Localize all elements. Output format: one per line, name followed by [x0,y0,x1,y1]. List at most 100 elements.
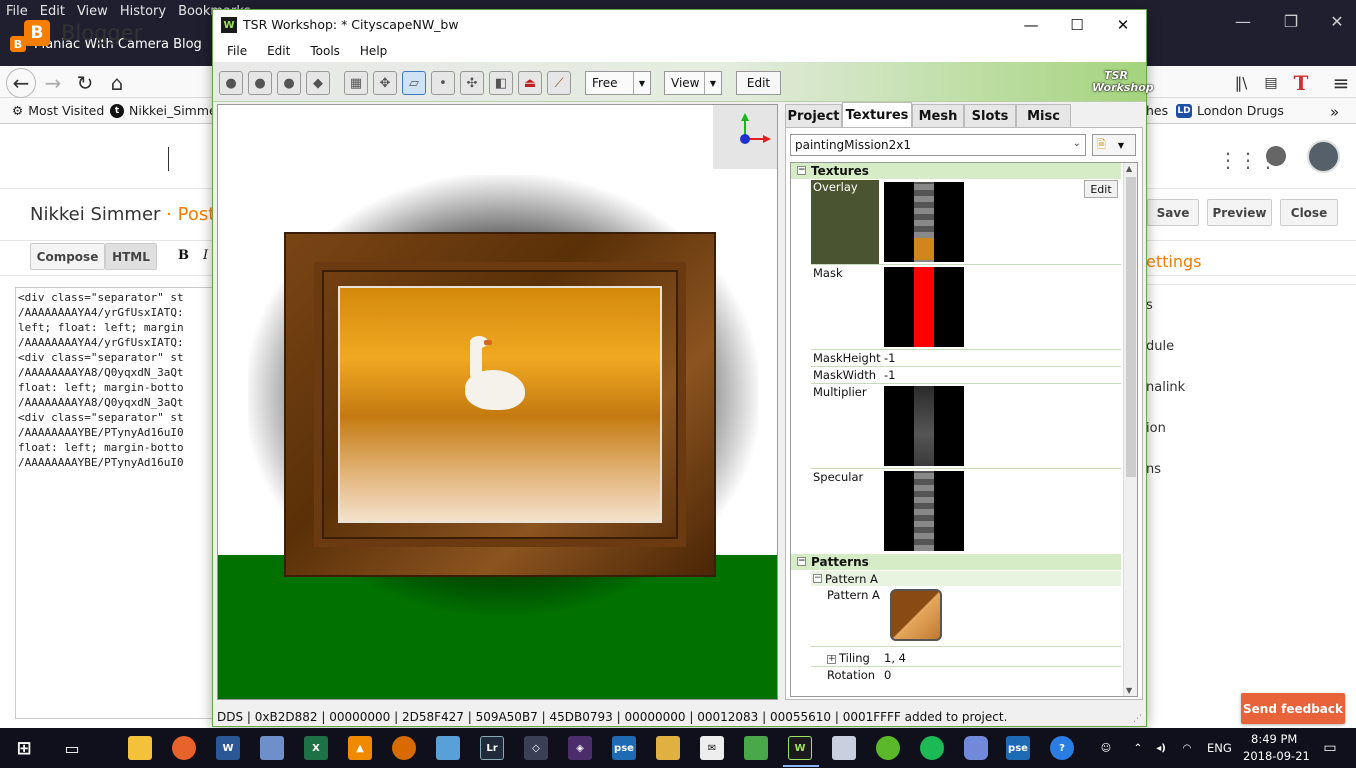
wifi-icon[interactable]: ◠ [1178,736,1196,760]
sims-icon[interactable] [744,736,768,760]
app-icon[interactable] [392,736,416,760]
settings-item-labels[interactable]: s [1146,298,1153,313]
bookmark-partial[interactable]: hes [1146,103,1168,118]
file-explorer-icon[interactable] [128,736,152,760]
collapse-icon[interactable]: − [797,557,806,566]
shading-smooth-icon[interactable]: ● [248,71,272,95]
tray-chevron-icon[interactable]: ⌃ [1130,736,1146,760]
send-feedback-button[interactable]: Send feedback [1241,693,1345,724]
library-icon[interactable]: ‖\ [1226,68,1256,98]
photoshop-elements-2-icon[interactable]: pse [1006,736,1030,760]
prop-specular[interactable]: Specular [811,470,879,484]
collapse-icon[interactable]: − [813,574,822,583]
volume-icon[interactable]: ◂) [1152,736,1170,760]
vlc-icon[interactable]: ▲ [348,736,372,760]
people-icon[interactable]: ☺ [1094,736,1118,760]
scroll-thumb[interactable] [1126,177,1136,477]
html-code-editor[interactable]: <div class="separator" st/AAAAAAAAYA4/yr… [15,287,215,719]
mail-icon[interactable]: ✉ [700,736,724,760]
close-button[interactable]: Close [1280,199,1338,226]
prop-pattern-a[interactable]: Pattern A [825,588,893,602]
help-icon[interactable]: ? [1050,736,1074,760]
blogger-logo-icon[interactable]: B [24,20,50,46]
forward-icon[interactable]: → [38,68,68,98]
compose-tab[interactable]: Compose [30,243,105,270]
tsr-workshop-taskbar-icon[interactable]: W [783,736,819,767]
bookmarks-overflow-icon[interactable]: » [1330,103,1339,121]
overlay-texture-thumbnail[interactable] [884,182,964,262]
expand-icon[interactable]: + [827,655,836,664]
tab-project[interactable]: Project [785,104,842,128]
sphere-icon[interactable]: • [431,71,455,95]
clock-time[interactable]: 8:49 PM [1251,732,1297,746]
ff-menu-view[interactable]: View [77,4,108,19]
prop-maskheight-value[interactable]: -1 [884,351,895,365]
lightroom-icon[interactable]: Lr [480,736,504,760]
italic-button[interactable]: I [203,248,208,263]
shading-textured-icon[interactable]: ● [277,71,301,95]
back-icon[interactable]: ← [6,68,36,98]
collapse-icon[interactable]: − [797,166,806,175]
word-icon[interactable]: W [216,736,240,760]
bookmark-most-visited[interactable]: ⚙ Most Visited [12,103,104,118]
bookmark-london-drugs[interactable]: LD London Drugs [1176,103,1284,118]
bones-icon[interactable]: ✥ [373,71,397,95]
tsr-menu-tools[interactable]: Tools [310,44,340,58]
3d-viewport[interactable] [217,104,778,700]
specular-texture-thumbnail[interactable] [884,471,964,551]
photoshop-elements-icon[interactable]: pse [612,736,636,760]
sims-plumbob-icon[interactable] [876,736,900,760]
preset-select[interactable]: paintingMission2x1 ⌄ [790,134,1086,156]
camera-mode-select[interactable]: Free ▼ [585,71,651,95]
tab-misc[interactable]: Misc [1016,104,1071,128]
photos-icon[interactable] [260,736,284,760]
app2-icon[interactable]: ◇ [524,736,548,760]
property-grid-scrollbar[interactable]: ▲ ▼ [1123,163,1137,696]
minimize-icon[interactable]: — [1220,6,1266,36]
language-indicator[interactable]: ENG [1207,741,1232,755]
prop-rotation-value[interactable]: 0 [884,668,891,682]
windows-start-icon[interactable]: ⊞ [12,736,36,760]
prop-overlay[interactable]: Overlay [811,180,879,264]
extension-t-icon[interactable]: T [1286,68,1316,98]
settings-item-permalink[interactable]: nalink [1146,380,1185,395]
prop-mask[interactable]: Mask [811,266,879,280]
discord-icon[interactable] [964,736,988,760]
home-icon[interactable]: ⌂ [102,68,132,98]
resize-grip-icon[interactable]: ⋰ [1133,714,1142,724]
restore-icon[interactable]: ❐ [1268,6,1314,36]
slippers-icon[interactable]: ⏏ [518,71,542,95]
clock-date[interactable]: 2018-09-21 [1243,749,1310,763]
multiplier-texture-thumbnail[interactable] [884,386,964,466]
premiere-elements-icon[interactable]: ◈ [568,736,592,760]
tsr-minimize-icon[interactable]: — [1008,10,1054,40]
lighting-icon[interactable]: ◧ [489,71,513,95]
scroll-up-icon[interactable]: ▲ [1126,164,1132,173]
prop-maskwidth-label[interactable]: MaskWidth [811,368,879,382]
firefox-icon[interactable] [172,736,196,760]
tsr-menu-edit[interactable]: Edit [267,44,290,58]
html-tab[interactable]: HTML [105,243,157,270]
ff-menu-edit[interactable]: Edit [40,4,65,19]
prop-maskwidth-value[interactable]: -1 [884,368,895,382]
bold-button[interactable]: B [178,248,189,263]
ff-menu-file[interactable]: File [6,4,28,19]
close-icon[interactable]: ✕ [1314,6,1356,36]
settings-item-options[interactable]: ns [1146,462,1161,477]
tsr-menu-file[interactable]: File [227,44,247,58]
mask-texture-thumbnail[interactable] [884,267,964,347]
shading-flat-icon[interactable]: ● [219,71,243,95]
reload-icon[interactable]: ↻ [70,68,100,98]
action-center-icon[interactable]: ▭ [1318,736,1342,760]
ff-menu-history[interactable]: History [120,4,166,19]
excel-icon[interactable]: X [304,736,328,760]
photo-gallery-icon[interactable] [656,736,680,760]
view-select[interactable]: View ▼ [664,71,722,95]
preview-button[interactable]: Preview [1207,199,1272,226]
tsr-close-icon[interactable]: ✕ [1100,10,1146,40]
preset-options-button[interactable]: 🗎 ▼ [1092,134,1136,156]
spotify-icon[interactable] [920,736,944,760]
section-textures[interactable]: − Textures [791,163,1121,179]
notifications-icon[interactable] [1266,146,1286,166]
room-view-icon[interactable]: ▱ [402,71,426,95]
